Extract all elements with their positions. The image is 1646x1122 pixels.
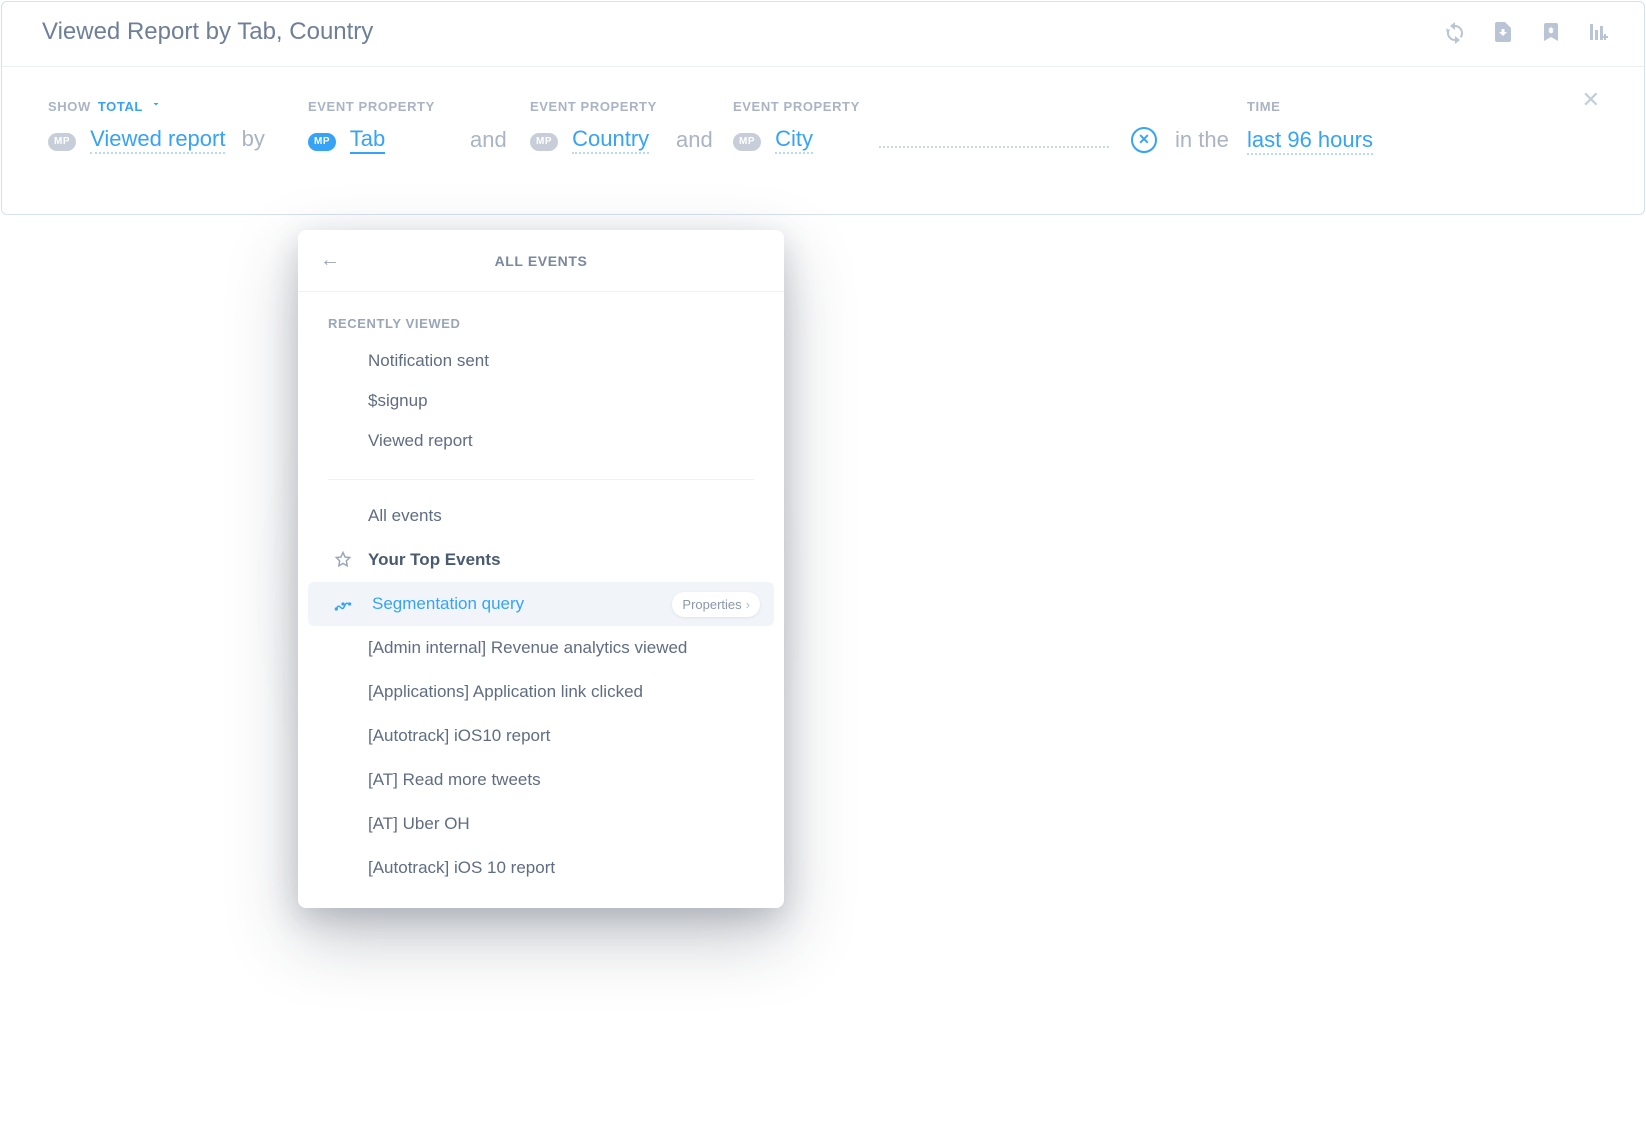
recent-item[interactable]: Notification sent <box>298 341 784 381</box>
chevron-down-icon[interactable] <box>150 97 162 115</box>
and-word: and <box>676 127 713 152</box>
event-selector[interactable]: Viewed report <box>90 126 225 154</box>
event-item[interactable]: [Autotrack] iOS10 report <box>298 714 784 758</box>
add-chart-icon[interactable] <box>1586 19 1612 45</box>
recent-item[interactable]: Viewed report <box>298 421 784 461</box>
labels-row: SHOW TOTAL EVENT PROPERTY EVENT PROPERTY… <box>48 97 1598 116</box>
refresh-icon[interactable] <box>1442 19 1468 45</box>
your-top-events-label: Your Top Events <box>368 550 501 570</box>
back-arrow-icon[interactable]: ← <box>320 249 340 272</box>
time-selector[interactable]: last 96 hours <box>1247 127 1373 155</box>
all-events-item[interactable]: All events <box>298 494 784 538</box>
in-the-word: in the <box>1175 127 1229 152</box>
mp-chip: MP <box>530 133 558 151</box>
remove-property-button[interactable]: ✕ <box>1131 127 1157 153</box>
star-icon <box>328 550 358 570</box>
and-word: and <box>470 127 507 152</box>
event-property-label-2: EVENT PROPERTY <box>530 99 676 114</box>
values-row: MP Viewed report by MP Tab and MP Countr… <box>48 126 1598 154</box>
mp-chip: MP <box>308 133 336 151</box>
event-dropdown: ← ALL EVENTS RECENTLY VIEWED Notificatio… <box>298 230 784 908</box>
panel-header: Viewed Report by Tab, Country <box>2 2 1644 67</box>
time-label: TIME <box>1247 99 1407 114</box>
event-item[interactable]: [Admin internal] Revenue analytics viewe… <box>298 626 784 670</box>
dropdown-title: ALL EVENTS <box>495 253 588 269</box>
bookmark-icon[interactable] <box>1538 19 1564 45</box>
property-city[interactable]: City <box>775 126 813 154</box>
event-item[interactable]: [Autotrack] iOS 10 report <box>298 846 784 890</box>
mp-chip: MP <box>733 133 761 151</box>
properties-pill-label: Properties <box>682 597 741 612</box>
segmentation-icon <box>328 594 358 614</box>
properties-pill[interactable]: Properties › <box>672 592 760 617</box>
mp-chip: MP <box>48 133 76 151</box>
toolbar <box>1442 19 1612 45</box>
divider <box>328 479 754 480</box>
query-builder: ✕ SHOW TOTAL EVENT PROPERTY EVENT PROPER… <box>2 67 1644 214</box>
by-word: by <box>242 126 265 151</box>
event-item[interactable]: [Applications] Application link clicked <box>298 670 784 714</box>
property-country[interactable]: Country <box>572 126 649 154</box>
total-label[interactable]: TOTAL <box>98 99 143 114</box>
close-icon[interactable]: ✕ <box>1582 87 1600 113</box>
panel-title: Viewed Report by Tab, Country <box>42 18 373 46</box>
event-property-label-3: EVENT PROPERTY <box>733 99 879 114</box>
event-item[interactable]: [AT] Uber OH <box>298 802 784 846</box>
report-panel: Viewed Report by Tab, Country ✕ SHOW TOT… <box>1 1 1645 215</box>
add-property-slot[interactable] <box>879 126 1109 148</box>
segmentation-query-label: Segmentation query <box>372 594 524 614</box>
show-label: SHOW <box>48 99 91 114</box>
property-tab[interactable]: Tab <box>350 126 385 154</box>
your-top-events-item[interactable]: Your Top Events <box>298 538 784 582</box>
download-icon[interactable] <box>1490 19 1516 45</box>
event-property-label-1: EVENT PROPERTY <box>308 99 470 114</box>
segmentation-query-item[interactable]: Segmentation query Properties › <box>308 582 774 626</box>
recent-item[interactable]: $signup <box>298 381 784 421</box>
chevron-right-icon: › <box>746 597 750 612</box>
dropdown-header: ← ALL EVENTS <box>298 230 784 292</box>
event-item[interactable]: [AT] Read more tweets <box>298 758 784 802</box>
recently-viewed-label: RECENTLY VIEWED <box>298 292 784 341</box>
